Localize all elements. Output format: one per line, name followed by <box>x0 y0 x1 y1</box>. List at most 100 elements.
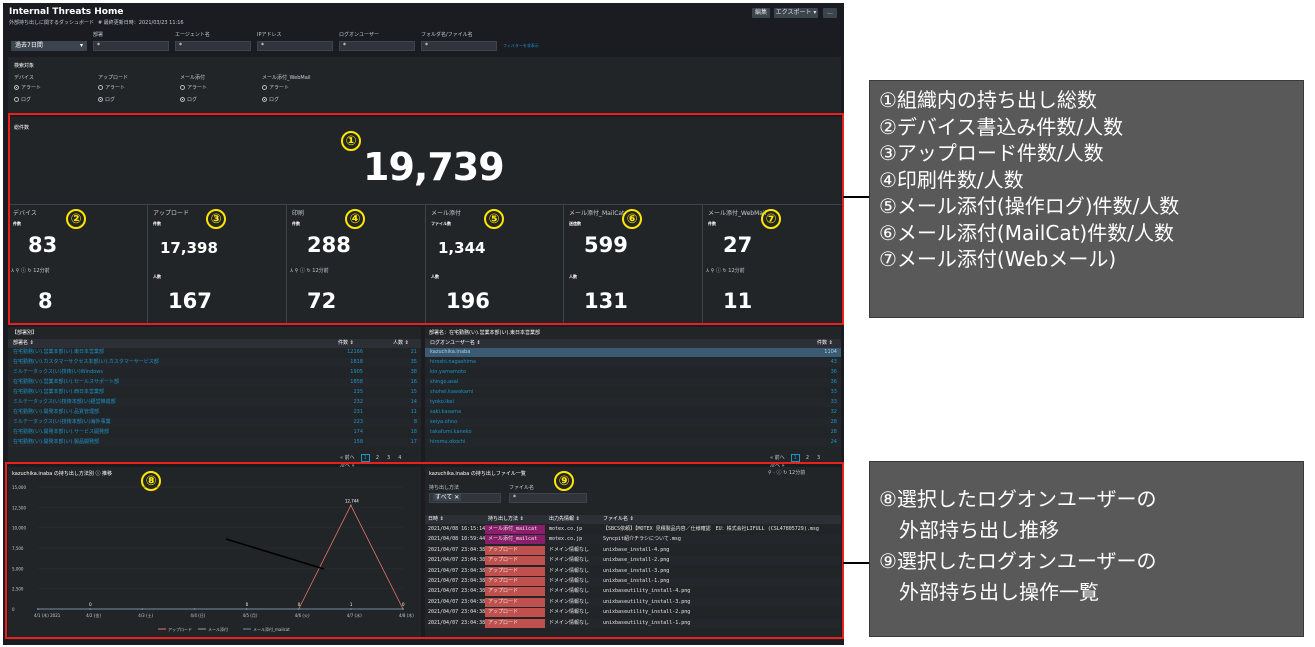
username-link[interactable]: shingo.asai <box>430 378 458 387</box>
user-count-link[interactable]: 28 <box>831 418 837 427</box>
username-link[interactable]: hiroshi.nagashima <box>430 358 476 367</box>
count-link[interactable]: 12166 <box>347 348 363 357</box>
department-name-link[interactable]: 在宅勤務(い).営業本部(い).西日本営業部 <box>13 388 104 397</box>
col-people[interactable]: 人数 ⇕ <box>393 339 409 348</box>
username-link[interactable]: saki.kasama <box>430 408 461 417</box>
table-row[interactable]: tyoko.ikei 33 <box>425 398 841 407</box>
people-link[interactable]: 17 <box>411 438 417 447</box>
people-link[interactable]: 18 <box>411 428 417 437</box>
table-row[interactable]: 在宅勤務(い).営業本部(い).東日本営業部 12166 21 <box>8 348 421 357</box>
user-count-link[interactable]: 33 <box>831 398 837 407</box>
pager-item[interactable]: 2 <box>804 455 811 461</box>
period-select[interactable]: 過去7日間 ▾ <box>11 41 87 51</box>
people-link[interactable]: 38 <box>411 368 417 377</box>
radio-icon[interactable] <box>98 85 103 90</box>
count-link[interactable]: 1905 <box>350 368 363 377</box>
count-link[interactable]: 231 <box>353 408 363 417</box>
user-count-link[interactable]: 36 <box>831 378 837 387</box>
table-row[interactable]: shingo.asai 36 <box>425 378 841 387</box>
radio-icon[interactable] <box>14 85 19 90</box>
pager-item[interactable]: 1 <box>790 454 800 462</box>
username-link[interactable]: takafumi.kaneko <box>430 428 472 437</box>
user-count-link[interactable]: 43 <box>831 358 837 367</box>
radio-icon[interactable] <box>262 97 267 102</box>
people-link[interactable]: 8 <box>414 418 417 427</box>
radio-option-log[interactable]: ログ <box>14 96 31 103</box>
table-row[interactable]: 在宅勤務(い).カスタマーサクセス本部(い).カスタマーサービス部 1818 35 <box>8 358 421 367</box>
radio-option-log[interactable]: ログ <box>98 96 115 103</box>
department-name-link[interactable]: 在宅勤務(い).営業本部(い).東日本営業部 <box>13 348 104 357</box>
username-link[interactable]: seiya.ohno <box>430 418 457 427</box>
department-name-link[interactable]: ミルテータックス(い)技術本部(い)経営推進部 <box>13 398 116 407</box>
department-name-link[interactable]: ミルテータックス(い)技術(い)Windows <box>13 368 103 377</box>
user-count-link[interactable]: 28 <box>831 428 837 437</box>
department-name-link[interactable]: 在宅勤務(い).開発本部(い).サービス開発部 <box>13 428 109 437</box>
count-link[interactable]: 223 <box>353 418 363 427</box>
count-link[interactable]: 174 <box>353 428 363 437</box>
pager-item[interactable]: 4 <box>396 455 403 461</box>
count-link[interactable]: 1858 <box>350 378 363 387</box>
user-count-link[interactable]: 33 <box>831 388 837 397</box>
pager-item[interactable]: 3 <box>815 455 822 461</box>
count-link[interactable]: 158 <box>353 438 363 447</box>
table-row[interactable]: 在宅勤務(い).開発本部(い).品質管理部 231 11 <box>8 408 421 417</box>
table-row[interactable]: ミルテータックス(い)技術本部(い)海外事業 223 8 <box>8 418 421 427</box>
user-input[interactable]: * <box>339 41 415 51</box>
radio-icon[interactable] <box>14 97 19 102</box>
radio-icon[interactable] <box>180 85 185 90</box>
people-link[interactable]: 11 <box>411 408 417 417</box>
people-link[interactable]: 15 <box>411 388 417 397</box>
pager-item[interactable]: 1 <box>360 454 370 462</box>
pager-item[interactable]: « 前へ <box>338 454 357 461</box>
table-row[interactable]: 在宅勤務(い).営業本部(い).セールスサポート部 1858 16 <box>8 378 421 387</box>
table-row[interactable]: hiroshi.nagashima 43 <box>425 358 841 367</box>
user-count-link[interactable]: 36 <box>831 368 837 377</box>
col-username[interactable]: ログオンユーザー名 ⇕ <box>430 339 481 348</box>
count-link[interactable]: 1818 <box>350 358 363 367</box>
people-link[interactable]: 35 <box>411 358 417 367</box>
user-count-link[interactable]: 24 <box>831 438 837 447</box>
hide-filters-link[interactable]: フィルターを非表示 <box>503 43 539 49</box>
username-link[interactable]: kazuchika.inaba <box>430 348 470 357</box>
people-link[interactable]: 14 <box>411 398 417 407</box>
table-row[interactable]: kin.yamamoto 36 <box>425 368 841 377</box>
department-name-link[interactable]: 在宅勤務(い).営業本部(い).セールスサポート部 <box>13 378 119 387</box>
radio-option-log[interactable]: ログ <box>262 96 279 103</box>
agent-input[interactable]: * <box>175 41 251 51</box>
col-count[interactable]: 件数 ⇕ <box>338 339 354 348</box>
table-row[interactable]: ミルテータックス(い)技術(い)Windows 1905 38 <box>8 368 421 377</box>
col-user-count[interactable]: 件数 ⇕ <box>817 339 833 348</box>
radio-icon[interactable] <box>262 85 267 90</box>
department-input[interactable]: * <box>93 41 169 51</box>
people-link[interactable]: 21 <box>411 348 417 357</box>
edit-button[interactable]: 編集 <box>752 8 770 18</box>
table-row[interactable]: kazuchika.inaba 1104 <box>425 348 841 357</box>
radio-icon[interactable] <box>98 97 103 102</box>
table-row[interactable]: 在宅勤務(い).開発本部(い).製品開発部 158 17 <box>8 438 421 447</box>
more-button[interactable]: ... <box>823 8 837 18</box>
radio-option-alert[interactable]: アラート <box>262 84 289 91</box>
username-link[interactable]: kin.yamamoto <box>430 368 466 377</box>
department-name-link[interactable]: 在宅勤務(い).カスタマーサクセス本部(い).カスタマーサービス部 <box>13 358 159 367</box>
radio-option-log[interactable]: ログ <box>180 96 197 103</box>
username-link[interactable]: hiromu.okochi <box>430 438 465 447</box>
table-row[interactable]: hiromu.okochi 24 <box>425 438 841 447</box>
pager-item[interactable]: 2 <box>374 455 381 461</box>
table-row[interactable]: 在宅勤務(い).営業本部(い).西日本営業部 235 15 <box>8 388 421 397</box>
count-link[interactable]: 235 <box>353 388 363 397</box>
export-button[interactable]: エクスポート ▾ <box>774 8 818 18</box>
user-count-link[interactable]: 32 <box>831 408 837 417</box>
people-link[interactable]: 16 <box>411 378 417 387</box>
username-link[interactable]: tyoko.ikei <box>430 398 454 407</box>
radio-option-alert[interactable]: アラート <box>98 84 125 91</box>
col-department[interactable]: 部署名 ⇕ <box>13 339 34 348</box>
table-row[interactable]: shohei.kawakami 33 <box>425 388 841 397</box>
count-link[interactable]: 232 <box>353 398 363 407</box>
table-row[interactable]: takafumi.kaneko 28 <box>425 428 841 437</box>
pager-item[interactable]: 3 <box>385 455 392 461</box>
table-row[interactable]: ミルテータックス(い)技術本部(い)経営推進部 232 14 <box>8 398 421 407</box>
radio-option-alert[interactable]: アラート <box>180 84 207 91</box>
radio-option-alert[interactable]: アラート <box>14 84 41 91</box>
username-link[interactable]: shohei.kawakami <box>430 388 473 397</box>
ip-input[interactable]: * <box>257 41 333 51</box>
